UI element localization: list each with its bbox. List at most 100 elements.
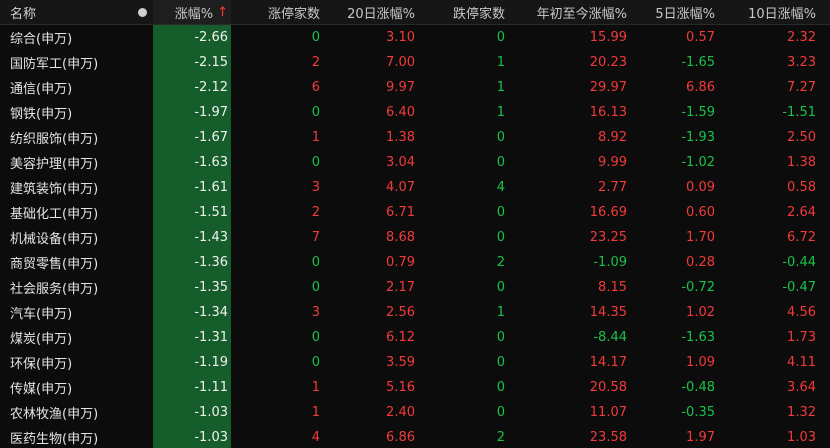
cell-ytd-change: 16.13 [589,105,627,120]
header-20day-change[interactable]: 20日涨幅% [324,0,417,24]
cell-limit-up-count: 0 [311,105,320,120]
cell-limit-up-count: 0 [311,355,320,370]
cell-5day-change: -1.59 [681,105,715,120]
cell-industry-name[interactable]: 基础化工(申万) [0,200,152,225]
header-ytd-change[interactable]: 年初至今涨幅% [508,0,630,24]
cell-5day-change: -1.93 [681,130,715,145]
cell-ytd-change: 14.17 [589,355,627,370]
cell-change-pct: -1.63 [194,155,228,170]
header-10day-change[interactable]: 10日涨幅% [719,0,830,24]
cell-5day-change: 1.70 [686,230,715,245]
cell-limit-up-count: 0 [311,255,320,270]
cell-10day-change: 2.50 [787,130,816,145]
cell-5day-change: -0.35 [681,405,715,420]
cell-industry-name[interactable]: 钢铁(申万) [0,100,152,125]
cell-limit-down-count: 0 [496,280,505,295]
cell-limit-up-count: 0 [311,330,320,345]
cell-20day-change: 6.12 [386,330,415,345]
cell-industry-name[interactable]: 建筑装饰(申万) [0,175,152,200]
header-change-pct[interactable]: 涨幅% ↑ [153,0,231,24]
table-row[interactable]: 钢铁(申万) -1.97 0 6.40 1 16.13 -1.59 -1.51 [0,100,830,125]
cell-20day-change: 2.56 [386,305,415,320]
cell-change-pct: -1.51 [194,205,228,220]
cell-change-pct: -1.34 [194,305,228,320]
table-row[interactable]: 商贸零售(申万) -1.36 0 0.79 2 -1.09 0.28 -0.44 [0,250,830,275]
cell-20day-change: 2.17 [386,280,415,295]
cell-limit-down-count: 0 [496,130,505,145]
cell-limit-up-count: 2 [311,205,320,220]
cell-ytd-change: 11.07 [589,405,627,420]
cell-industry-name[interactable]: 社会服务(申万) [0,275,152,300]
table-row[interactable]: 纺织服饰(申万) -1.67 1 1.38 0 8.92 -1.93 2.50 [0,125,830,150]
cell-industry-name[interactable]: 传媒(申万) [0,375,152,400]
table-row[interactable]: 汽车(申万) -1.34 3 2.56 1 14.35 1.02 4.56 [0,300,830,325]
table-row[interactable]: 农林牧渔(申万) -1.03 1 2.40 0 11.07 -0.35 1.32 [0,400,830,425]
cell-20day-change: 1.38 [386,130,415,145]
cell-industry-name[interactable]: 汽车(申万) [0,300,152,325]
cell-industry-name[interactable]: 国防军工(申万) [0,50,152,75]
table-row[interactable]: 社会服务(申万) -1.35 0 2.17 0 8.15 -0.72 -0.47 [0,275,830,300]
cell-limit-down-count: 1 [496,80,505,95]
cell-change-pct: -1.03 [194,405,228,420]
cell-10day-change: 2.32 [787,30,816,45]
table-row[interactable]: 建筑装饰(申万) -1.61 3 4.07 4 2.77 0.09 0.58 [0,175,830,200]
cell-ytd-change: -1.09 [593,255,627,270]
table-row[interactable]: 传媒(申万) -1.11 1 5.16 0 20.58 -0.48 3.64 [0,375,830,400]
cell-5day-change: -1.63 [681,330,715,345]
cell-industry-name[interactable]: 环保(申万) [0,350,152,375]
table-row[interactable]: 煤炭(申万) -1.31 0 6.12 0 -8.44 -1.63 1.73 [0,325,830,350]
cell-limit-down-count: 0 [496,355,505,370]
table-row[interactable]: 环保(申万) -1.19 0 3.59 0 14.17 1.09 4.11 [0,350,830,375]
table-row[interactable]: 基础化工(申万) -1.51 2 6.71 0 16.69 0.60 2.64 [0,200,830,225]
cell-20day-change: 6.40 [386,105,415,120]
table-row[interactable]: 通信(申万) -2.12 6 9.97 1 29.97 6.86 7.27 [0,75,830,100]
cell-limit-down-count: 2 [496,255,505,270]
cell-20day-change: 5.16 [386,380,415,395]
cell-industry-name[interactable]: 纺织服饰(申万) [0,125,152,150]
header-name[interactable]: 名称 [0,0,152,24]
cell-5day-change: -0.48 [681,380,715,395]
cell-20day-change: 2.40 [386,405,415,420]
cell-change-pct: -2.12 [194,80,228,95]
cell-industry-name[interactable]: 综合(申万) [0,25,152,50]
cell-industry-name[interactable]: 商贸零售(申万) [0,250,152,275]
cell-change-pct: -1.19 [194,355,228,370]
cell-change-pct: -1.35 [194,280,228,295]
cell-industry-name[interactable]: 医药生物(申万) [0,425,152,448]
cell-5day-change: 1.97 [686,430,715,445]
cell-20day-change: 7.00 [386,55,415,70]
cell-limit-down-count: 1 [496,105,505,120]
cell-ytd-change: 2.77 [598,180,627,195]
cell-5day-change: 0.09 [686,180,715,195]
header-limit-up-count[interactable]: 涨停家数 [231,0,324,24]
cell-industry-name[interactable]: 美容护理(申万) [0,150,152,175]
cell-industry-name[interactable]: 农林牧渔(申万) [0,400,152,425]
cell-5day-change: 6.86 [686,80,715,95]
cell-industry-name[interactable]: 通信(申万) [0,75,152,100]
table-row[interactable]: 医药生物(申万) -1.03 4 6.86 2 23.58 1.97 1.03 [0,425,830,448]
cell-industry-name[interactable]: 煤炭(申万) [0,325,152,350]
cell-limit-up-count: 1 [311,130,320,145]
table-row[interactable]: 美容护理(申万) -1.63 0 3.04 0 9.99 -1.02 1.38 [0,150,830,175]
cell-5day-change: -1.65 [681,55,715,70]
cell-change-pct: -1.36 [194,255,228,270]
table-row[interactable]: 机械设备(申万) -1.43 7 8.68 0 23.25 1.70 6.72 [0,225,830,250]
cell-industry-name[interactable]: 机械设备(申万) [0,225,152,250]
cell-5day-change: 0.57 [686,30,715,45]
sort-ascending-arrow-icon: ↑ [217,4,228,20]
table-row[interactable]: 综合(申万) -2.66 0 3.10 0 15.99 0.57 2.32 [0,25,830,50]
cell-limit-up-count: 3 [311,180,320,195]
cell-limit-up-count: 1 [311,405,320,420]
table-row[interactable]: 国防军工(申万) -2.15 2 7.00 1 20.23 -1.65 3.23 [0,50,830,75]
header-5day-change[interactable]: 5日涨幅% [630,0,719,24]
cell-limit-up-count: 0 [311,280,320,295]
cell-20day-change: 4.07 [386,180,415,195]
cell-5day-change: 1.09 [686,355,715,370]
column-settings-dot-icon[interactable] [132,0,152,24]
cell-10day-change: 7.27 [787,80,816,95]
cell-change-pct: -2.15 [194,55,228,70]
cell-limit-down-count: 0 [496,155,505,170]
cell-10day-change: 1.38 [787,155,816,170]
header-limit-down-count[interactable]: 跌停家数 [417,0,508,24]
cell-ytd-change: 23.58 [589,430,627,445]
